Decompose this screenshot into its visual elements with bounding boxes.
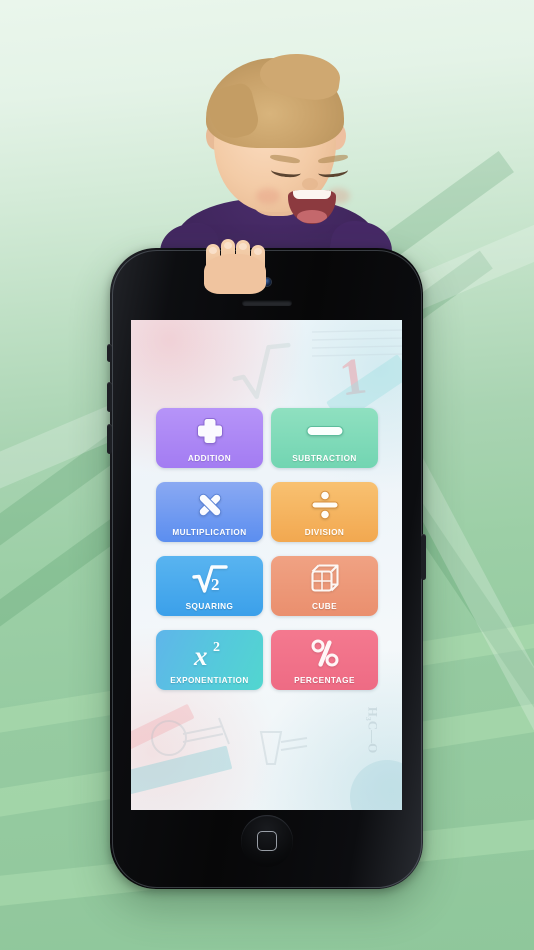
- child-teeth: [293, 190, 331, 199]
- child-photo: [176, 52, 376, 294]
- fingernail: [224, 242, 232, 249]
- volume-down-button[interactable]: [107, 424, 112, 454]
- palm: [204, 254, 266, 294]
- tile-label: SUBTRACTION: [292, 454, 357, 463]
- child-tongue: [297, 210, 327, 223]
- fingernail: [209, 247, 217, 254]
- percent-icon: [271, 635, 378, 671]
- square-root-icon: 2: [156, 561, 263, 597]
- wallpaper-radical-icon: [228, 339, 296, 403]
- exponent-icon: x 2: [156, 635, 263, 671]
- silent-switch[interactable]: [107, 344, 112, 362]
- minus-icon: [271, 413, 378, 449]
- child-hair: [206, 58, 344, 148]
- wallpaper-circle-shape: [350, 760, 402, 810]
- tile-division[interactable]: DIVISION: [271, 482, 378, 542]
- operations-grid: ADDITION SUBTRACTION MULTIPLICATION DIVI…: [156, 408, 378, 690]
- wallpaper-flask-icon: [149, 710, 235, 758]
- tile-subtraction[interactable]: SUBTRACTION: [271, 408, 378, 468]
- earpiece-speaker: [241, 300, 292, 306]
- phone-screen: 1 H₃C—O ADDITION SUBTRACTION MULTIPLICAT…: [131, 320, 402, 810]
- tile-label: EXPONENTIATION: [170, 676, 249, 685]
- tile-percentage[interactable]: PERCENTAGE: [271, 630, 378, 690]
- tile-label: MULTIPLICATION: [172, 528, 247, 537]
- child-cheek-left: [256, 188, 280, 204]
- wallpaper-beaker-icon: [255, 724, 313, 770]
- volume-up-button[interactable]: [107, 382, 112, 412]
- tile-cube[interactable]: CUBE: [271, 556, 378, 616]
- tile-label: SQUARING: [185, 602, 234, 611]
- tile-exponentiation[interactable]: x 2 EXPONENTIATION: [156, 630, 263, 690]
- child-eye-right: [317, 164, 349, 179]
- divide-icon: [271, 487, 378, 523]
- wallpaper-grid-lines: [310, 328, 402, 372]
- home-button-square-icon: [256, 831, 277, 851]
- child-hand: [202, 238, 272, 296]
- child-nose: [302, 178, 318, 190]
- home-button[interactable]: [240, 815, 293, 867]
- child-eyebrow-left: [269, 153, 301, 165]
- tile-label: CUBE: [312, 602, 337, 611]
- power-button[interactable]: [421, 534, 426, 580]
- cube-icon: [271, 561, 378, 597]
- child-eyebrow-right: [317, 153, 349, 165]
- tile-multiplication[interactable]: MULTIPLICATION: [156, 482, 263, 542]
- svg-text:2: 2: [211, 575, 220, 594]
- child-eye-left: [270, 164, 302, 179]
- plus-icon: [156, 413, 263, 449]
- multiply-icon: [156, 487, 263, 523]
- tile-label: ADDITION: [187, 454, 232, 463]
- fingernail: [254, 248, 262, 255]
- fingernail: [239, 243, 247, 250]
- tile-label: DIVISION: [304, 528, 345, 537]
- wallpaper-formula-icon: H₃C—O: [365, 706, 381, 754]
- tile-addition[interactable]: ADDITION: [156, 408, 263, 468]
- tile-label: PERCENTAGE: [294, 676, 355, 685]
- svg-text:2: 2: [213, 640, 220, 655]
- svg-text:x: x: [193, 641, 208, 668]
- phone-device: 1 H₃C—O ADDITION SUBTRACTION MULTIPLICAT…: [107, 248, 426, 889]
- tile-squaring[interactable]: 2 SQUARING: [156, 556, 263, 616]
